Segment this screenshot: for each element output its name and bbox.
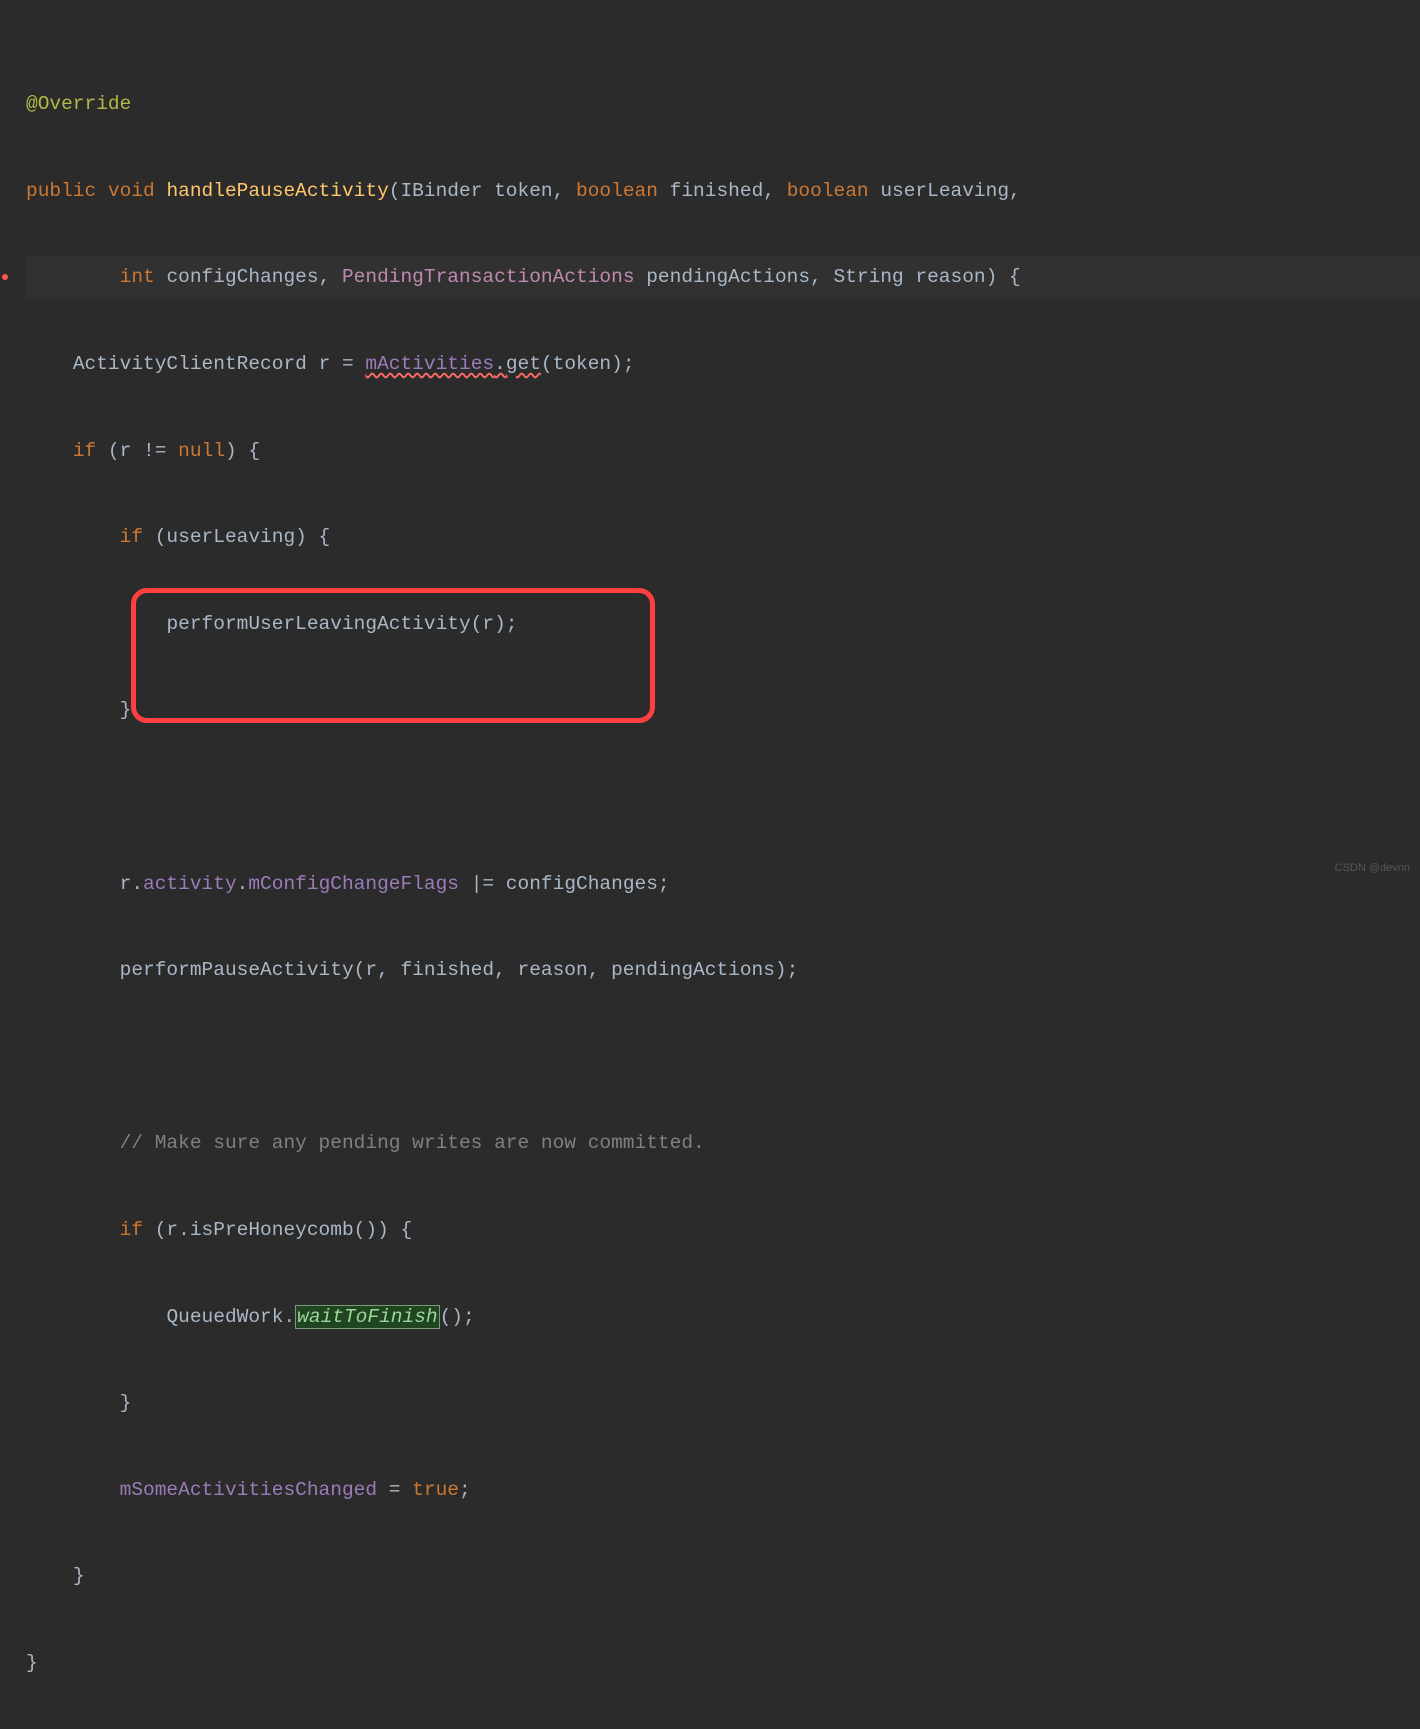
code-line-highlighted[interactable]: int configChanges, PendingTransactionAct…: [26, 256, 1420, 299]
keyword-void: void: [108, 180, 155, 202]
param-type: String: [833, 266, 903, 288]
local-type: ActivityClientRecord: [73, 353, 307, 375]
code-line[interactable]: @Override: [26, 83, 1420, 126]
call-args: (token);: [541, 353, 635, 375]
dot: .: [237, 873, 249, 895]
param-type: IBinder: [400, 180, 482, 202]
semi: ;: [459, 1479, 471, 1501]
comma: ,: [319, 266, 342, 288]
brace-close: }: [73, 1565, 85, 1587]
code-line[interactable]: [26, 776, 1420, 819]
cond: (r !=: [108, 440, 178, 462]
equals: =: [342, 353, 365, 375]
param-name: pendingActions: [646, 266, 810, 288]
method-call: get: [506, 353, 541, 375]
keyword-true: true: [412, 1479, 459, 1501]
comma: ,: [553, 180, 576, 202]
comma: ,: [810, 266, 833, 288]
code-line[interactable]: mSomeActivitiesChanged = true;: [26, 1469, 1420, 1512]
param-type: boolean: [576, 180, 658, 202]
brace-close: }: [120, 1392, 132, 1414]
comma: ,: [1009, 180, 1021, 202]
watermark: CSDN @devnn: [1335, 862, 1410, 874]
code-line[interactable]: }: [26, 1555, 1420, 1598]
keyword-public: public: [26, 180, 96, 202]
expr-tail: |= configChanges;: [459, 873, 670, 895]
brace-close: }: [120, 699, 132, 721]
paren-open: (: [389, 180, 401, 202]
dot: .: [494, 353, 506, 375]
code-line[interactable]: performPauseActivity(r, finished, reason…: [26, 949, 1420, 992]
field-ref: mActivities: [365, 353, 494, 375]
param-type: int: [120, 266, 155, 288]
method-call: performUserLeavingActivity(r);: [166, 613, 517, 635]
code-line[interactable]: [26, 1036, 1420, 1079]
param-name: token: [494, 180, 553, 202]
code-line[interactable]: public void handlePauseActivity(IBinder …: [26, 170, 1420, 213]
cond: (r.isPreHoneycomb()) {: [155, 1219, 412, 1241]
call-prefix: QueuedWork.: [166, 1306, 295, 1328]
local-var: r: [319, 353, 331, 375]
keyword-if: if: [120, 526, 143, 548]
keyword-if: if: [73, 440, 96, 462]
field-ref: activity: [143, 873, 237, 895]
cond: (userLeaving) {: [155, 526, 331, 548]
field-ref: mSomeActivitiesChanged: [120, 1479, 377, 1501]
param-name: userLeaving: [880, 180, 1009, 202]
comment: // Make sure any pending writes are now …: [120, 1132, 705, 1154]
param-name: configChanges: [166, 266, 318, 288]
brace-close: }: [26, 1652, 38, 1674]
code-line[interactable]: r.activity.mConfigChangeFlags |= configC…: [26, 863, 1420, 906]
op: =: [377, 1479, 412, 1501]
param-type: boolean: [787, 180, 869, 202]
paren-close: ) {: [986, 266, 1021, 288]
code-line[interactable]: if (userLeaving) {: [26, 516, 1420, 559]
param-type: PendingTransactionActions: [342, 266, 635, 288]
code-line[interactable]: }: [26, 1642, 1420, 1685]
method-name: handlePauseActivity: [166, 180, 388, 202]
code-editor[interactable]: @Override public void handlePauseActivit…: [0, 0, 1420, 1729]
code-line[interactable]: performUserLeavingActivity(r);: [26, 603, 1420, 646]
code-line[interactable]: if (r.isPreHoneycomb()) {: [26, 1209, 1420, 1252]
code-line[interactable]: QueuedWork.waitToFinish();: [26, 1296, 1420, 1339]
keyword-if: if: [120, 1219, 143, 1241]
code-line[interactable]: }: [26, 689, 1420, 732]
code-line[interactable]: if (r != null) {: [26, 430, 1420, 473]
code-line[interactable]: ActivityClientRecord r = mActivities.get…: [26, 343, 1420, 386]
method-call: performPauseActivity(r, finished, reason…: [120, 959, 799, 981]
annotation: @Override: [26, 93, 131, 115]
field-ref: mConfigChangeFlags: [248, 873, 459, 895]
param-name: finished: [670, 180, 764, 202]
param-name: reason: [915, 266, 985, 288]
comma: ,: [763, 180, 786, 202]
keyword-null: null: [178, 440, 225, 462]
cond-close: ) {: [225, 440, 260, 462]
call-suffix: ();: [440, 1306, 475, 1328]
expr: r.: [120, 873, 143, 895]
code-line[interactable]: }: [26, 1382, 1420, 1425]
breakpoint-indicator[interactable]: [2, 274, 8, 280]
highlighted-method: waitToFinish: [295, 1305, 439, 1329]
code-line[interactable]: // Make sure any pending writes are now …: [26, 1122, 1420, 1165]
